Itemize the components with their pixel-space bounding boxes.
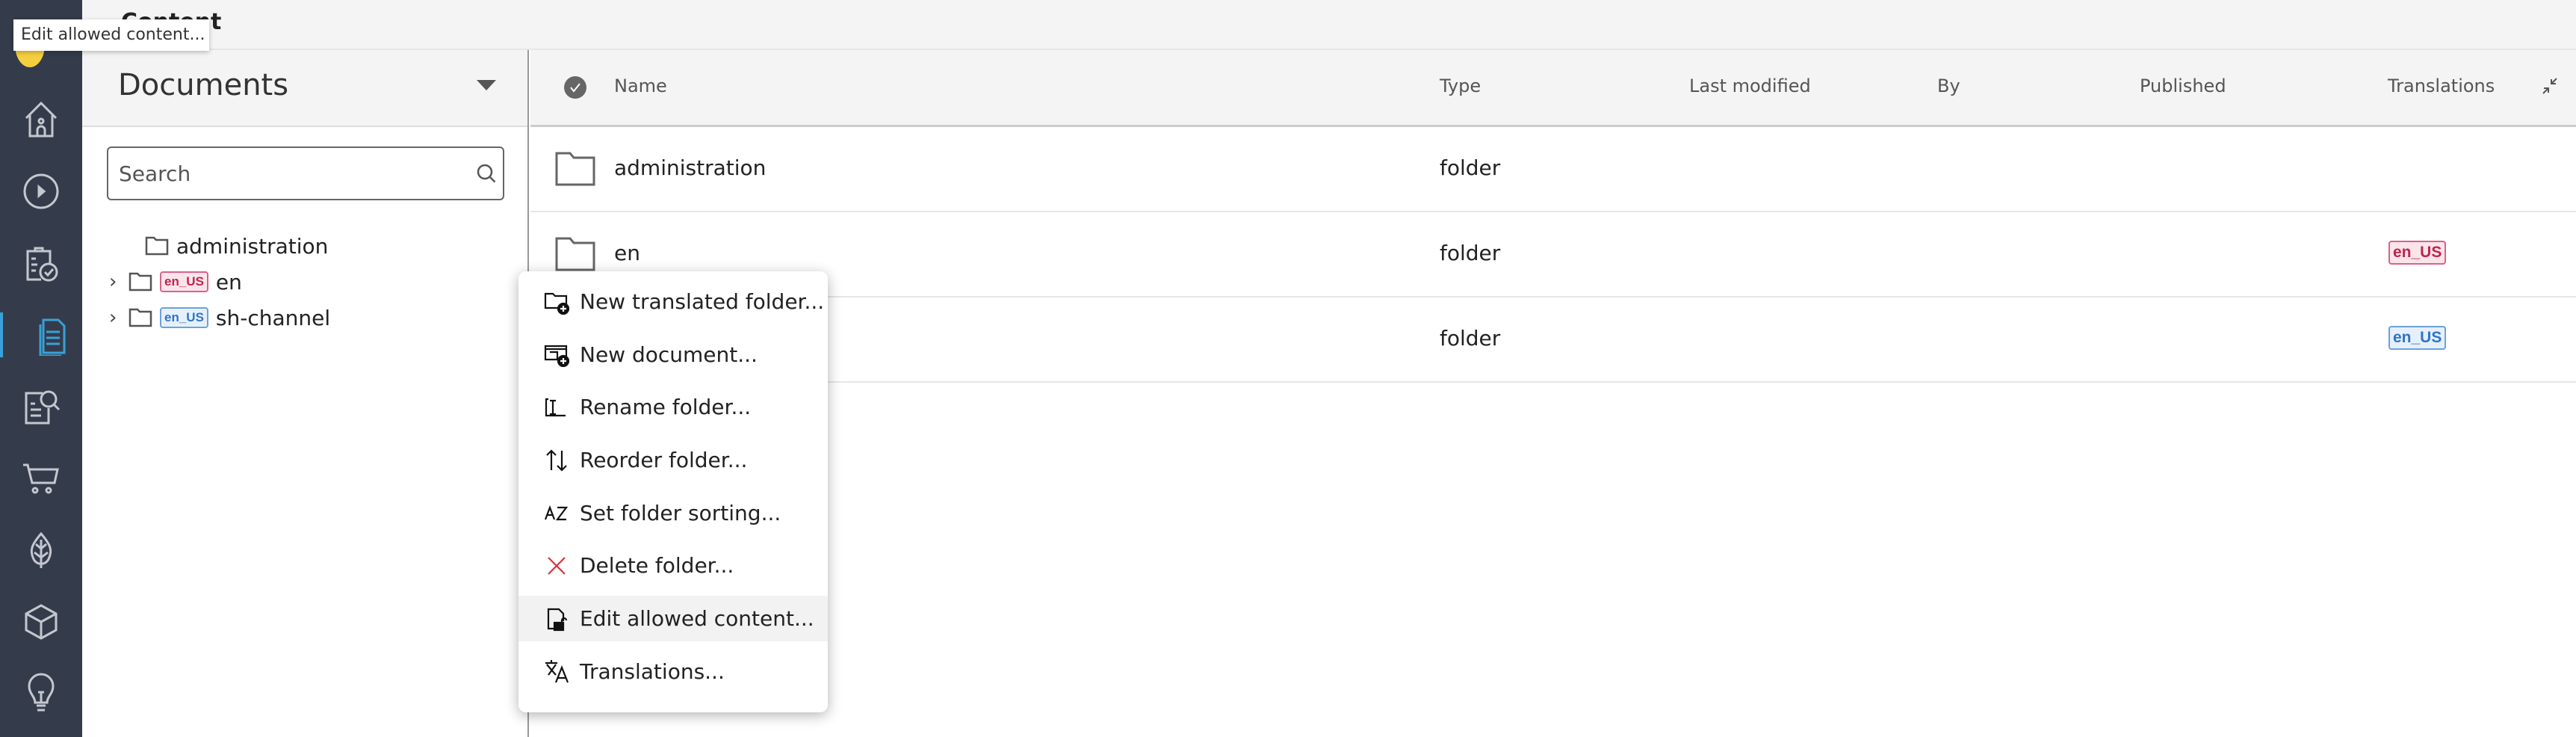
document-lock-icon <box>547 608 568 631</box>
search-input[interactable] <box>119 161 462 186</box>
cube-icon[interactable] <box>19 599 64 644</box>
document-search-icon[interactable] <box>19 384 64 429</box>
caret-down-icon[interactable] <box>477 80 496 90</box>
menu-item-set-folder-sorting[interactable]: Set folder sorting... <box>518 490 828 536</box>
row-name[interactable]: administration <box>614 155 766 180</box>
locale-badge: en_US <box>160 307 208 328</box>
collapse-icon[interactable] <box>2542 77 2558 95</box>
tree-item-label: en <box>215 269 242 295</box>
folder-icon <box>145 236 169 256</box>
leaf-icon[interactable] <box>19 528 64 573</box>
table-row[interactable]: sh-channel folder en_US <box>530 297 2576 383</box>
context-menu: New translated folder... New document...… <box>518 271 828 712</box>
cart-icon[interactable] <box>19 456 64 501</box>
folder-icon <box>129 272 152 292</box>
menu-item-edit-allowed-content[interactable]: Edit allowed content... <box>518 596 828 642</box>
tree-item-label: sh-channel <box>215 305 331 330</box>
tooltip: Edit allowed content... <box>13 19 209 51</box>
main-nav <box>0 0 82 737</box>
folder-icon <box>555 152 595 186</box>
column-name[interactable]: Name <box>614 75 667 96</box>
sort-az-icon <box>544 505 569 521</box>
folder-icon <box>555 237 595 271</box>
translation-badge: en_US <box>2388 241 2447 265</box>
top-bar: Content <box>82 0 2576 50</box>
clipboard-check-icon[interactable] <box>19 241 64 286</box>
search-icon[interactable] <box>476 163 497 184</box>
panel-title: Documents <box>118 68 289 102</box>
column-last-modified[interactable]: Last modified <box>1689 75 1811 96</box>
select-all-checkbox-icon[interactable] <box>563 75 587 99</box>
column-by[interactable]: By <box>1937 75 1960 96</box>
documents-icon[interactable] <box>0 312 82 357</box>
chevron-right-icon[interactable]: › <box>109 306 129 329</box>
document-list: Name Type Last modified By Published Tra… <box>530 50 2576 737</box>
document-plus-icon <box>544 345 569 368</box>
chevron-right-icon[interactable]: › <box>109 271 129 293</box>
column-published[interactable]: Published <box>2140 75 2226 96</box>
menu-item-new-document[interactable]: New document... <box>518 332 828 377</box>
menu-item-rename-folder[interactable]: Rename folder... <box>518 384 828 430</box>
play-icon[interactable] <box>19 169 64 214</box>
home-icon[interactable] <box>19 97 64 142</box>
documents-header[interactable]: Documents <box>82 50 527 127</box>
column-type[interactable]: Type <box>1440 75 1481 96</box>
column-translations[interactable]: Translations <box>2388 75 2495 96</box>
menu-item-reorder-folder[interactable]: Reorder folder... <box>518 437 828 483</box>
rename-icon <box>545 398 566 416</box>
tree-item-label: administration <box>176 233 329 259</box>
folder-icon <box>129 308 152 327</box>
delete-x-icon <box>548 557 566 575</box>
tree-item-en[interactable]: › en_US en <box>109 265 242 298</box>
menu-item-translations[interactable]: Translations... <box>518 649 828 694</box>
table-header: Name Type Last modified By Published Tra… <box>530 50 2576 127</box>
tree-item-administration[interactable]: administration <box>126 229 328 262</box>
table-row[interactable]: administration folder <box>530 127 2576 212</box>
folder-plus-icon <box>544 292 569 315</box>
row-type: folder <box>1440 241 1501 265</box>
row-type: folder <box>1440 155 1501 180</box>
menu-item-delete-folder[interactable]: Delete folder... <box>518 543 828 588</box>
row-type: folder <box>1440 326 1501 351</box>
row-name[interactable]: en <box>614 241 640 265</box>
translation-badge: en_US <box>2388 326 2447 350</box>
locale-badge: en_US <box>160 271 208 292</box>
search-field[interactable] <box>107 147 504 200</box>
tree-item-sh-channel[interactable]: › en_US sh-channel <box>109 301 330 334</box>
reorder-icon <box>546 449 567 472</box>
translate-icon <box>545 660 569 683</box>
documents-panel: Documents administration › en_US en › en… <box>82 50 529 737</box>
lightbulb-icon[interactable] <box>19 671 64 716</box>
table-row[interactable]: en folder en_US <box>530 212 2576 297</box>
menu-item-new-translated-folder[interactable]: New translated folder... <box>518 279 828 324</box>
